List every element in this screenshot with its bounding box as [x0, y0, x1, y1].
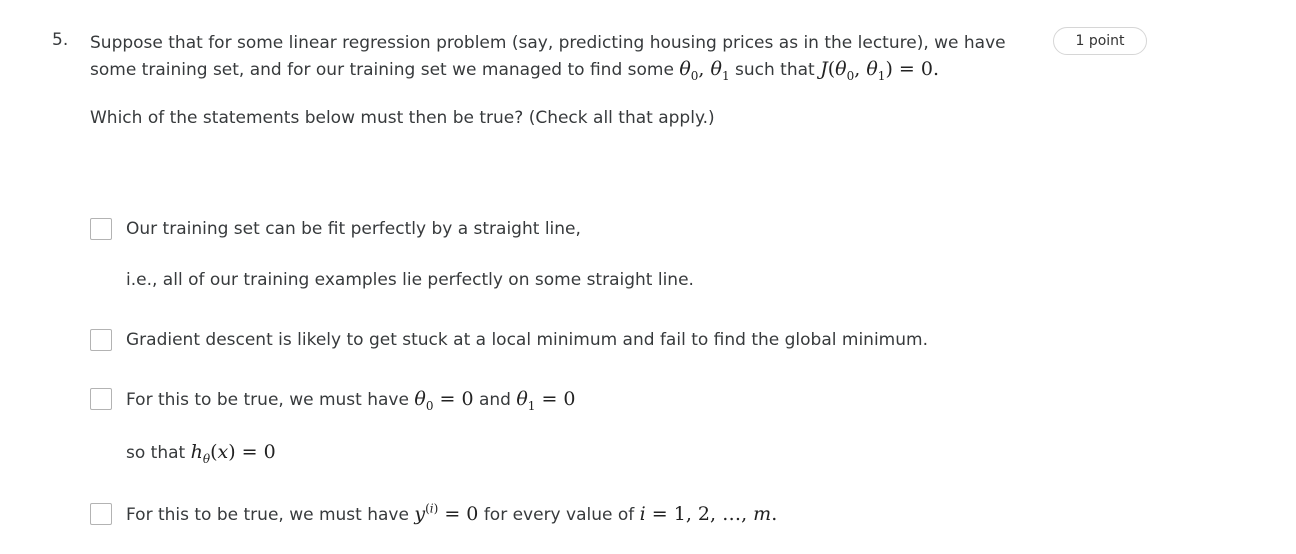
theta-params-math: θ0, θ1: [679, 58, 730, 83]
question-number: 5.: [52, 30, 69, 50]
option-3-checkbox[interactable]: [90, 388, 112, 410]
option-4-label: For this to be true, we must have y(i) =…: [126, 501, 778, 525]
question-prompt: Which of the statements below must then …: [90, 108, 715, 128]
option-3-label-line1: For this to be true, we must have θ0 = 0…: [126, 388, 576, 413]
points-badge: 1 point: [1053, 27, 1147, 55]
question-text-line1: Suppose that for some linear regression …: [90, 33, 1006, 53]
question-text-line2: some training set, and for our training …: [90, 58, 939, 83]
theta1-zero-math: θ1 = 0: [516, 388, 576, 413]
option-4-checkbox[interactable]: [90, 503, 112, 525]
question-text: Suppose that for some linear regression …: [90, 30, 1020, 83]
y-i-zero-math: y(i) = 0: [414, 501, 479, 525]
option-2-checkbox[interactable]: [90, 329, 112, 351]
theta0-zero-math: θ0 = 0: [414, 388, 474, 413]
option-1-label-line2: i.e., all of our training examples lie p…: [126, 270, 694, 290]
option-1-label-line1: Our training set can be fit perfectly by…: [126, 219, 581, 239]
hypothesis-zero-math: hθ(x) = 0: [190, 441, 276, 466]
option-3-label-line2: so that hθ(x) = 0: [126, 441, 276, 466]
option-2-label: Gradient descent is likely to get stuck …: [126, 330, 928, 350]
cost-function-math: J(θ0, θ1) = 0.: [820, 58, 939, 83]
option-1-checkbox[interactable]: [90, 218, 112, 240]
i-range-math: i = 1, 2, …, m.: [639, 503, 778, 525]
